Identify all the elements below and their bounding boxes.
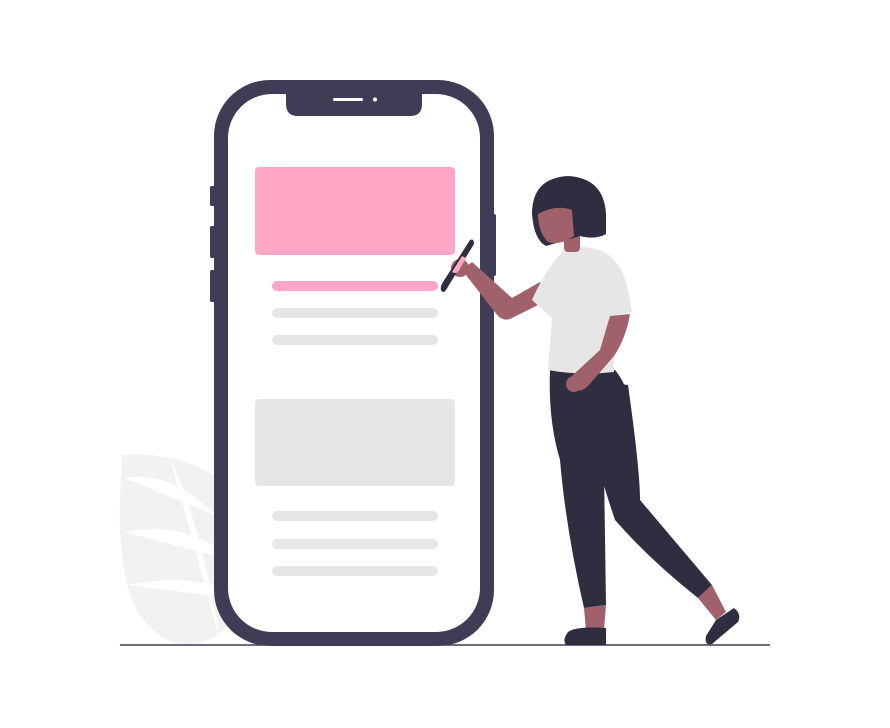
text-line-placeholder bbox=[272, 566, 438, 576]
phone-camera bbox=[373, 97, 377, 102]
onboarding-illustration bbox=[119, 80, 770, 646]
hero-image-placeholder bbox=[255, 167, 455, 255]
woman-hand bbox=[566, 376, 582, 392]
phone-speaker bbox=[333, 98, 363, 101]
text-line-placeholder bbox=[272, 511, 438, 521]
text-line-highlight bbox=[272, 281, 438, 291]
image-placeholder bbox=[255, 399, 455, 486]
woman-shoe-front bbox=[564, 627, 606, 645]
text-line-placeholder bbox=[272, 308, 438, 318]
woman-shirt bbox=[532, 246, 632, 374]
text-line-placeholder bbox=[272, 335, 438, 345]
phone-notch bbox=[286, 92, 422, 116]
text-line-placeholder bbox=[272, 539, 438, 549]
woman-ankle-front bbox=[584, 605, 606, 630]
smartphone-icon bbox=[210, 80, 496, 646]
